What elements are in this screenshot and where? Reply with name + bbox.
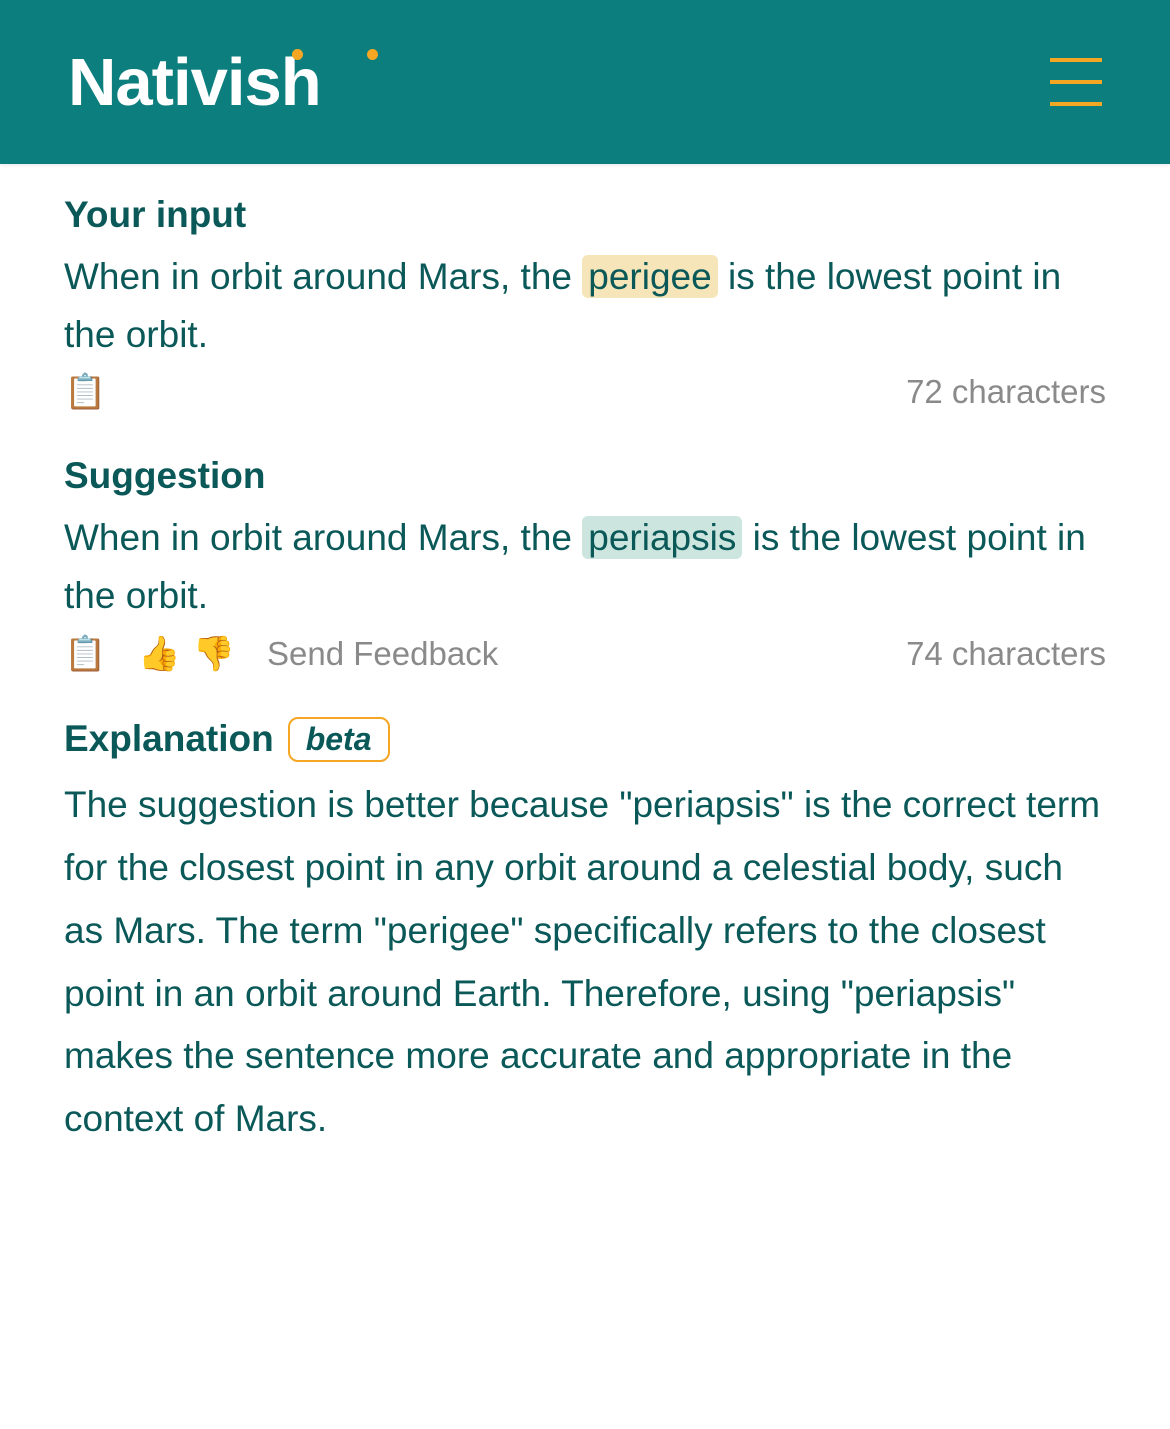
beta-badge: beta (288, 717, 390, 762)
app-header: Nativish (0, 0, 1170, 164)
thumbs-down-icon[interactable]: 👎 (193, 637, 235, 671)
input-section: Your input When in orbit around Mars, th… (64, 194, 1106, 411)
suggestion-text: When in orbit around Mars, the periapsis… (64, 509, 1106, 624)
thumbs-pair: 👍 👎 (138, 637, 235, 671)
explanation-section: Explanation beta The suggestion is bette… (64, 717, 1106, 1151)
input-text: When in orbit around Mars, the perigee i… (64, 248, 1106, 363)
input-meta-row: 📋 72 characters (64, 373, 1106, 411)
hamburger-menu-button[interactable] (1050, 58, 1102, 106)
explanation-text: The suggestion is better because "periap… (64, 774, 1106, 1151)
input-char-count: 72 characters (906, 373, 1106, 411)
logo-dot-2 (367, 49, 378, 60)
brand-text: Nativish (68, 45, 321, 120)
logo-dot-1 (292, 49, 303, 60)
suggestion-meta-left: 📋 👍 👎 Send Feedback (64, 635, 498, 673)
clipboard-icon[interactable]: 📋 (64, 637, 106, 671)
suggestion-meta-row: 📋 👍 👎 Send Feedback 74 characters (64, 635, 1106, 673)
main-content: Your input When in orbit around Mars, th… (0, 164, 1170, 1235)
input-title: Your input (64, 194, 1106, 236)
suggestion-title: Suggestion (64, 455, 1106, 497)
thumbs-up-icon[interactable]: 👍 (138, 637, 180, 671)
input-text-before: When in orbit around Mars, the (64, 256, 582, 297)
hamburger-line (1050, 58, 1102, 62)
suggestion-char-count: 74 characters (906, 635, 1106, 673)
explanation-title: Explanation (64, 718, 274, 760)
hamburger-line (1050, 80, 1102, 84)
input-highlighted-word: perigee (582, 255, 717, 298)
suggestion-section: Suggestion When in orbit around Mars, th… (64, 455, 1106, 672)
input-meta-left: 📋 (64, 375, 106, 409)
suggestion-highlighted-word: periapsis (582, 516, 742, 559)
clipboard-icon[interactable]: 📋 (64, 375, 106, 409)
explanation-title-row: Explanation beta (64, 717, 1106, 762)
suggestion-text-before: When in orbit around Mars, the (64, 517, 582, 558)
hamburger-line (1050, 102, 1102, 106)
brand-logo[interactable]: Nativish (68, 44, 321, 121)
send-feedback-link[interactable]: Send Feedback (267, 635, 498, 673)
